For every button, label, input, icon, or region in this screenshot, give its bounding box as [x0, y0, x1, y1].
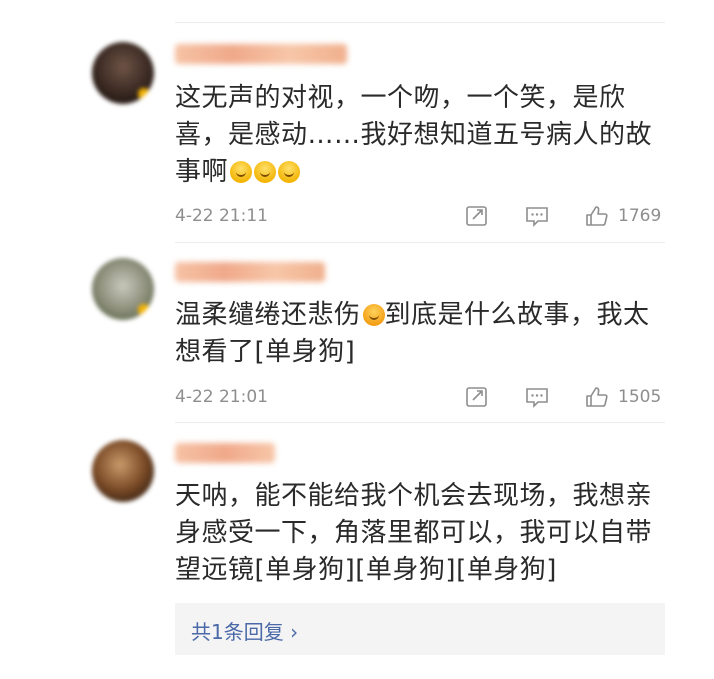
- comment-3-avatar[interactable]: [92, 440, 154, 502]
- comment-divider: [175, 422, 665, 423]
- share-icon[interactable]: [465, 205, 489, 227]
- crying-emoji-icon: [230, 161, 253, 183]
- top-divider: [175, 22, 665, 23]
- comment-1-time: 4-22 21:11: [175, 206, 268, 226]
- comment-3-username-blurred[interactable]: [175, 443, 275, 463]
- verified-badge-icon: [138, 304, 150, 316]
- reply-box: 共1条回复 ›: [175, 603, 665, 655]
- like-icon[interactable]: [585, 386, 609, 408]
- comment-2-meta: 4-22 21:01 1505: [175, 384, 665, 410]
- view-replies-link[interactable]: 共1条回复 ›: [191, 616, 298, 645]
- comment-2-body-start: 温柔缱绻还悲伤: [175, 300, 361, 330]
- comment-icon[interactable]: [525, 386, 549, 408]
- comment-icon[interactable]: [525, 205, 549, 227]
- comment-3-text: 天呐，能不能给我个机会去现场，我想亲身感受一下，角落里都可以，我可以自带望远镜[…: [175, 481, 653, 585]
- kiss-emoji-icon: [362, 304, 385, 326]
- comment-2-time: 4-22 21:01: [175, 387, 268, 407]
- comment-1-avatar[interactable]: [92, 42, 154, 104]
- comment-1-username-blurred[interactable]: [175, 44, 347, 64]
- comment-2-like-count: 1505: [618, 387, 662, 407]
- comment-divider: [175, 242, 665, 243]
- crying-emoji-icon: [254, 161, 277, 183]
- comment-1-text: 这无声的对视，一个吻，一个笑，是欣喜，是感动……我好想知道五号病人的故事啊: [175, 80, 665, 191]
- crying-emoji-icon: [278, 161, 301, 183]
- comment-1-meta: 4-22 21:11 1769: [175, 203, 665, 229]
- comment-2-username-blurred[interactable]: [175, 262, 325, 282]
- like-icon[interactable]: [585, 205, 609, 227]
- comment-1-like-count: 1769: [618, 206, 662, 226]
- share-icon[interactable]: [465, 386, 489, 408]
- comment-2-avatar[interactable]: [92, 258, 154, 320]
- verified-badge-icon: [138, 88, 150, 100]
- comment-2-text: 温柔缱绻还悲伤 到底是什么故事，我太想看了[单身狗]: [175, 297, 665, 371]
